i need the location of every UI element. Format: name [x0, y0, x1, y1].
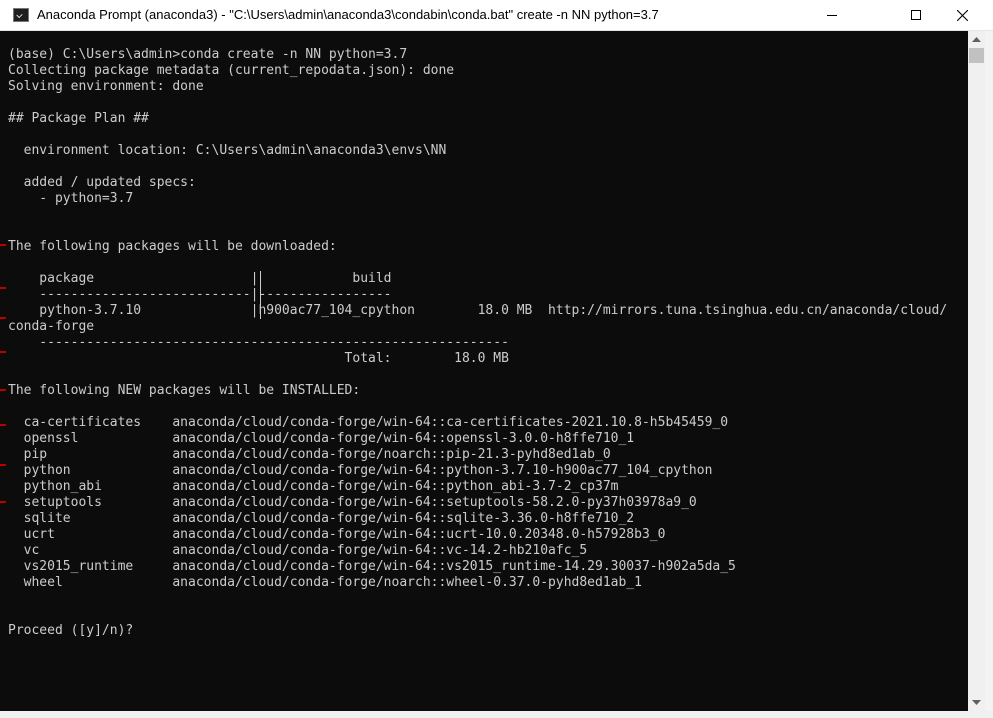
background-window-edge — [0, 239, 8, 519]
terminal-line: ---------------------------|------------… — [8, 287, 392, 302]
scroll-up-button[interactable] — [968, 31, 985, 48]
terminal-line: environment location: C:\Users\admin\ana… — [8, 143, 447, 158]
scroll-down-icon — [972, 700, 981, 705]
console-window: Anaconda Prompt (anaconda3) - "C:\Users\… — [0, 0, 993, 718]
close-button[interactable] — [939, 0, 985, 30]
terminal-line: ucrt anaconda/cloud/conda-forge/win-64::… — [8, 527, 666, 542]
terminal-line: vc anaconda/cloud/conda-forge/win-64::vc… — [8, 543, 588, 558]
terminal-line: Total: 18.0 MB — [8, 351, 509, 366]
terminal-line: Solving environment: done — [8, 79, 204, 94]
minimize-button[interactable] — [809, 0, 855, 30]
terminal-line: python_abi anaconda/cloud/conda-forge/wi… — [8, 479, 619, 494]
terminal-app-icon[interactable] — [13, 8, 29, 22]
terminal-output[interactable]: (base) C:\Users\admin>conda create -n NN… — [0, 31, 968, 711]
terminal-line: package | build — [8, 271, 392, 286]
window-border-right — [985, 31, 993, 711]
window-border-bottom — [0, 711, 993, 718]
minimize-icon — [827, 15, 837, 16]
terminal-line: setuptools anaconda/cloud/conda-forge/wi… — [8, 495, 697, 510]
terminal-line: conda-forge — [8, 319, 95, 334]
terminal-line: The following packages will be downloade… — [8, 239, 337, 254]
terminal-line: ca-certificates anaconda/cloud/conda-for… — [8, 415, 729, 430]
terminal-line: ## Package Plan ## — [8, 111, 149, 126]
terminal-line: openssl anaconda/cloud/conda-forge/win-6… — [8, 431, 635, 446]
maximize-icon — [911, 10, 921, 20]
terminal-line: wheel anaconda/cloud/conda-forge/noarch:… — [8, 575, 642, 590]
terminal-line: python-3.7.10 |h900ac77_104_cpython 18.0… — [8, 303, 948, 318]
terminal-line: added / updated specs: — [8, 175, 196, 190]
scroll-down-button[interactable] — [968, 694, 985, 711]
scroll-up-icon — [972, 37, 981, 42]
terminal-line: The following NEW packages will be INSTA… — [8, 383, 361, 398]
terminal-line: sqlite anaconda/cloud/conda-forge/win-64… — [8, 511, 635, 526]
close-icon — [956, 9, 968, 21]
terminal-line: python anaconda/cloud/conda-forge/win-64… — [8, 463, 713, 478]
vertical-scrollbar[interactable] — [968, 31, 985, 711]
terminal-line: - python=3.7 — [8, 191, 134, 206]
terminal-line: Proceed ([y]/n)? — [8, 623, 134, 638]
title-bar[interactable]: Anaconda Prompt (anaconda3) - "C:\Users\… — [0, 0, 993, 31]
maximize-button[interactable] — [893, 0, 939, 30]
terminal-line: ----------------------------------------… — [8, 335, 509, 350]
scrollbar-thumb[interactable] — [969, 48, 984, 63]
terminal-line: (base) C:\Users\admin>conda create -n NN… — [8, 47, 408, 62]
terminal-line: pip anaconda/cloud/conda-forge/noarch::p… — [8, 447, 611, 462]
terminal-line: vs2015_runtime anaconda/cloud/conda-forg… — [8, 559, 736, 574]
terminal-line: Collecting package metadata (current_rep… — [8, 63, 455, 78]
window-title: Anaconda Prompt (anaconda3) - "C:\Users\… — [37, 7, 659, 22]
